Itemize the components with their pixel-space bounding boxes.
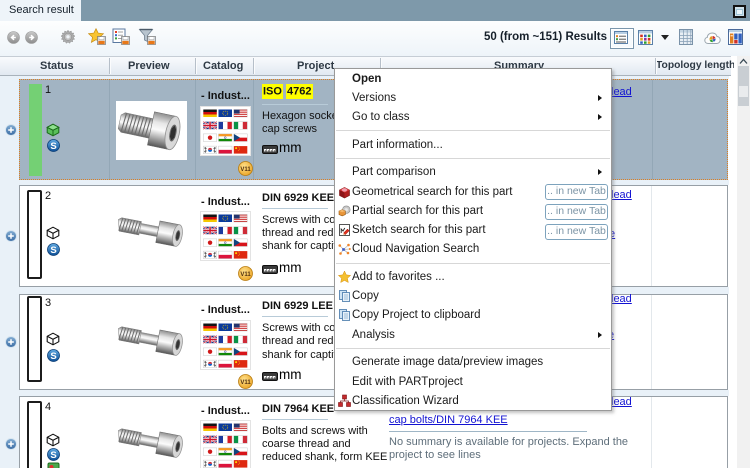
- svg-text:S: S: [50, 141, 56, 152]
- svg-text:S: S: [50, 449, 56, 460]
- svg-text:V11: V11: [240, 272, 251, 278]
- svg-text:S: S: [50, 350, 56, 361]
- svg-text:V11: V11: [240, 380, 251, 386]
- svg-text:S: S: [50, 244, 56, 255]
- svg-text:V11: V11: [240, 167, 251, 173]
